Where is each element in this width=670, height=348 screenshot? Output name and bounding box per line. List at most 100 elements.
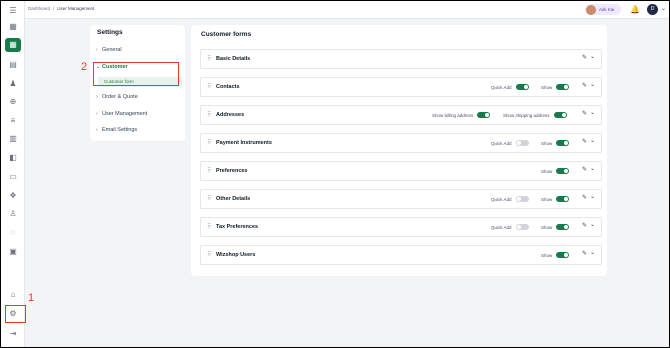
chevron-down-icon[interactable]: ⌄: [590, 53, 595, 60]
show-label: Show: [541, 140, 553, 146]
customers-icon[interactable]: ♟: [7, 78, 19, 90]
quick-add-label: Quick Add: [491, 140, 512, 146]
show-control: Show: [541, 250, 570, 260]
user-menu-caret-icon[interactable]: ⌄: [661, 5, 666, 12]
settings-item-label: General: [102, 47, 122, 53]
form-section-payment-instruments[interactable]: ⠿ Payment Instruments Quick Add Show ✎ ⌄: [200, 133, 602, 153]
bank-icon[interactable]: ⌂: [7, 289, 19, 301]
form-section-contacts[interactable]: ⠿ Contacts Quick Add Show ✎ ⌄: [200, 77, 602, 97]
show-label: Show: [541, 224, 553, 230]
gear-highlight-box: [5, 305, 26, 323]
drag-handle-icon[interactable]: ⠿: [207, 139, 212, 146]
form-section-other-details[interactable]: ⠿ Other Details Quick Add Show ✎ ⌄: [200, 189, 602, 209]
settings-item-order-quote[interactable]: › Order & Quote: [96, 94, 138, 100]
chevron-down-icon[interactable]: ⌄: [590, 193, 595, 200]
quick-add-label: Quick Add: [491, 196, 512, 202]
settings-item-user-management[interactable]: › User Management: [96, 111, 147, 117]
drag-handle-icon[interactable]: ⠿: [207, 195, 212, 202]
chevron-down-icon[interactable]: ⌄: [590, 81, 595, 88]
show-toggle[interactable]: [556, 196, 570, 202]
form-section-basic-details[interactable]: ⠿ Basic Details ✎ ⌄: [200, 49, 602, 69]
quick-add-toggle[interactable]: [515, 224, 529, 230]
quick-add-control: Quick Add: [491, 194, 529, 204]
section-title: Other Details: [216, 196, 251, 202]
logout-icon[interactable]: ⇥: [7, 328, 19, 340]
users-icon[interactable]: ♙: [7, 208, 19, 220]
invoices-icon[interactable]: ▥: [7, 133, 19, 145]
section-title: Payment Instruments: [216, 140, 272, 146]
breadcrumb-separator: /: [53, 6, 55, 11]
step-2-label: 2: [81, 61, 88, 73]
show-toggle[interactable]: [556, 168, 570, 174]
show-toggle[interactable]: [556, 252, 570, 258]
chevron-down-icon[interactable]: ⌄: [590, 137, 595, 144]
section-title: Basic Details: [216, 56, 251, 62]
show-control: Show: [541, 194, 570, 204]
show-toggle[interactable]: [556, 84, 570, 90]
drag-handle-icon[interactable]: ⠿: [207, 55, 212, 62]
quick-add-control: Quick Add: [491, 82, 529, 92]
section-title: Addresses: [216, 112, 245, 118]
billing-address-control: Show billing address: [432, 110, 491, 120]
drag-handle-icon[interactable]: ⠿: [207, 111, 212, 118]
ask-kai-button[interactable]: Ask Kai: [585, 4, 621, 15]
shipping-address-label: Show shipping address: [503, 112, 550, 118]
show-toggle[interactable]: [556, 224, 570, 230]
form-section-addresses[interactable]: ⠿ Addresses Show billing address Show sh…: [200, 105, 602, 125]
chevron-down-icon[interactable]: ⌄: [590, 249, 595, 256]
quick-add-control: Quick Add: [491, 222, 529, 232]
quick-add-toggle[interactable]: [515, 196, 529, 202]
section-title: Contacts: [216, 84, 240, 90]
settings-item-email-settings[interactable]: › Email Settings: [96, 127, 137, 133]
edit-icon[interactable]: ✎: [582, 166, 587, 173]
chevron-down-icon[interactable]: ⌄: [590, 109, 595, 116]
edit-icon[interactable]: ✎: [582, 54, 587, 61]
chevron-down-icon[interactable]: ⌄: [590, 221, 595, 228]
quick-add-label: Quick Add: [491, 84, 512, 90]
drag-handle-icon[interactable]: ⠿: [207, 83, 212, 90]
drag-handle-icon[interactable]: ⠿: [207, 223, 212, 230]
settings-item-general[interactable]: › General: [96, 47, 122, 53]
customer-highlight-box: [93, 62, 179, 86]
quick-add-toggle[interactable]: [515, 140, 529, 146]
show-toggle[interactable]: [556, 140, 570, 146]
kai-avatar: [586, 4, 596, 15]
inventory-icon[interactable]: ❖: [7, 190, 19, 202]
section-title: Preferences: [216, 168, 248, 174]
settings-item-label: Order & Quote: [102, 94, 138, 100]
form-section-tax-preferences[interactable]: ⠿ Tax Preferences Quick Add Show ✎ ⌄: [200, 217, 602, 237]
list-icon[interactable]: ≡: [7, 115, 19, 127]
products-icon[interactable]: ⊕: [7, 96, 19, 108]
drag-handle-icon[interactable]: ⠿: [207, 167, 212, 174]
edit-icon[interactable]: ✎: [582, 138, 587, 145]
user-avatar[interactable]: D: [647, 4, 658, 15]
edit-icon[interactable]: ✎: [582, 250, 587, 257]
folder-icon[interactable]: ▭: [7, 171, 19, 183]
edit-icon[interactable]: ✎: [582, 82, 587, 89]
payments-icon[interactable]: ▣: [7, 246, 19, 258]
documents-icon[interactable]: ◧: [7, 152, 19, 164]
quick-add-toggle[interactable]: [515, 84, 529, 90]
drag-handle-icon[interactable]: ⠿: [207, 251, 212, 258]
orders-icon[interactable]: ▤: [7, 59, 19, 71]
apps-icon[interactable]: ▦: [5, 38, 21, 52]
edit-icon[interactable]: ✎: [582, 194, 587, 201]
edit-icon[interactable]: ✎: [582, 110, 587, 117]
billing-address-toggle[interactable]: [477, 112, 491, 118]
bell-icon[interactable]: 🔔: [630, 5, 640, 15]
show-control: Show: [541, 138, 570, 148]
menu-icon[interactable]: ☰: [7, 5, 19, 17]
show-label: Show: [541, 252, 553, 258]
section-title: Wizshop Users: [216, 252, 256, 258]
show-control: Show: [541, 82, 570, 92]
breadcrumb-dashboard[interactable]: Dashboard: [28, 6, 50, 11]
icon-rail: ☰ ▦ ▦ ▤ ♟ ⊕ ≡ ▥ ◧ ▭ ❖ ♙ ◌ ▣ ⌂ ⚙ ⇥: [1, 1, 25, 347]
edit-icon[interactable]: ✎: [582, 222, 587, 229]
dashboard-icon[interactable]: ▦: [7, 21, 19, 33]
form-section-wizshop-users[interactable]: ⠿ Wizshop Users Show ✎ ⌄: [200, 245, 602, 265]
form-section-preferences[interactable]: ⠿ Preferences Show ✎ ⌄: [200, 161, 602, 181]
tags-icon[interactable]: ◌: [7, 227, 19, 239]
shipping-address-toggle[interactable]: [553, 112, 567, 118]
chevron-down-icon[interactable]: ⌄: [590, 165, 595, 172]
quick-add-control: Quick Add: [491, 138, 529, 148]
